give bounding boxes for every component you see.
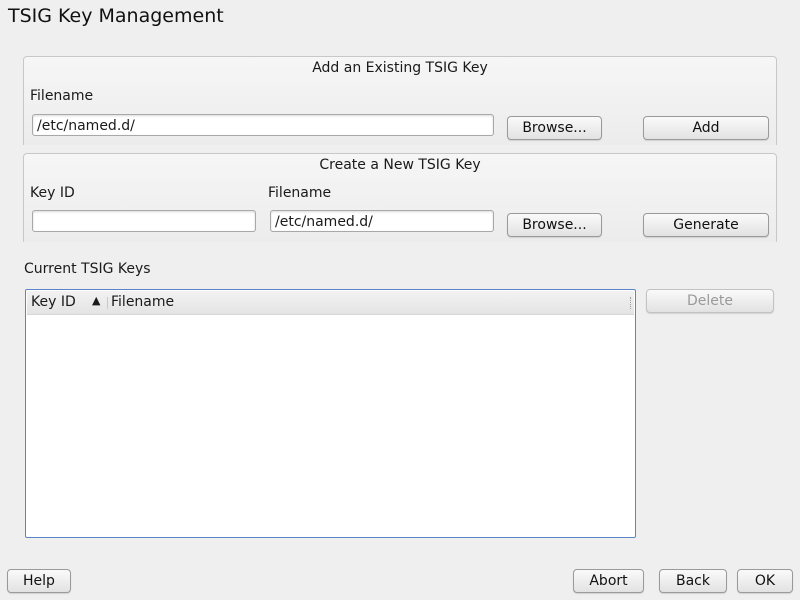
table-header: Key ID ▲ Filename <box>27 291 634 315</box>
ok-button[interactable]: OK <box>737 569 793 593</box>
sort-ascending-icon: ▲ <box>92 294 101 307</box>
existing-filename-input[interactable]: /etc/named.d/ <box>32 114 494 136</box>
back-button[interactable]: Back <box>659 569 727 593</box>
current-keys-label: Current TSIG Keys <box>24 261 151 277</box>
keyid-label: Key ID <box>30 185 75 201</box>
help-button[interactable]: Help <box>7 569 71 593</box>
create-new-key-title: Create a New TSIG Key <box>319 157 481 173</box>
generate-button[interactable]: Generate <box>643 213 769 237</box>
column-header-keyid[interactable]: Key ID <box>31 294 76 310</box>
column-header-filename[interactable]: Filename <box>111 294 174 310</box>
current-keys-table[interactable]: Key ID ▲ Filename <box>25 289 636 538</box>
column-separator <box>107 297 108 309</box>
page-title: TSIG Key Management <box>8 5 224 27</box>
abort-button[interactable]: Abort <box>573 569 644 593</box>
existing-browse-button[interactable]: Browse... <box>507 116 602 140</box>
delete-button[interactable]: Delete <box>646 289 774 313</box>
new-filename-label: Filename <box>268 185 332 201</box>
add-existing-key-title: Add an Existing TSIG Key <box>312 60 488 76</box>
add-button[interactable]: Add <box>643 116 769 140</box>
keyid-input[interactable] <box>32 210 256 232</box>
existing-filename-label: Filename <box>30 88 94 104</box>
column-resize-handle-icon[interactable] <box>630 297 632 309</box>
new-filename-input[interactable]: /etc/named.d/ <box>270 210 494 232</box>
new-browse-button[interactable]: Browse... <box>507 213 602 237</box>
